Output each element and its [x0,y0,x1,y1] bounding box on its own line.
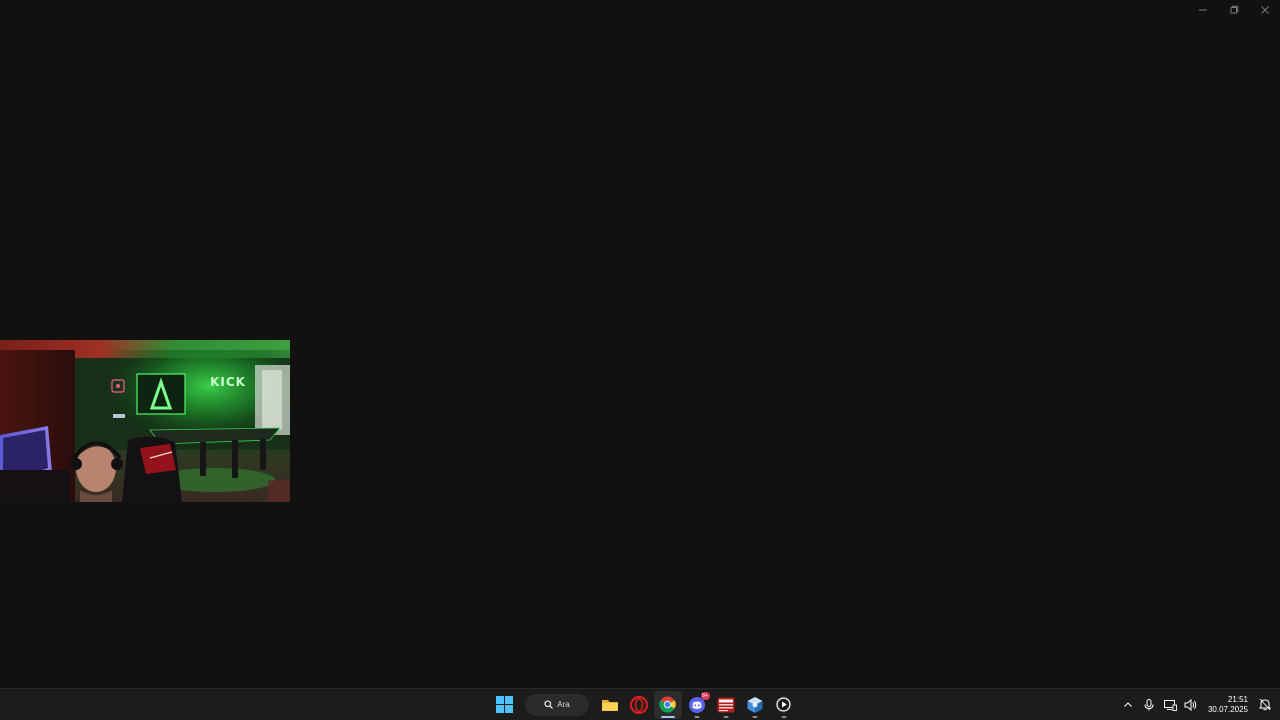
microphone-button[interactable] [1139,692,1160,718]
restore-button[interactable] [1218,0,1249,20]
minimize-button[interactable] [1187,0,1218,20]
close-button[interactable] [1249,0,1280,20]
play-icon [775,696,792,713]
system-tray: 21:51 30.07.2025 [1118,689,1280,720]
webcam-overlay: KICK [0,340,290,502]
network-icon [1163,699,1177,711]
folder-icon [601,699,618,711]
taskbar-cube-app[interactable] [741,691,769,719]
running-indicator [694,715,699,718]
opera-icon [629,695,648,714]
taskbar-red-app[interactable] [712,691,740,719]
taskbar-chrome[interactable] [653,690,682,719]
volume-button[interactable] [1181,692,1202,718]
notification-icon [1258,698,1271,711]
taskbar-clock[interactable]: 21:51 30.07.2025 [1202,695,1254,715]
taskbar-discord[interactable]: 9+ [683,691,711,719]
red-app-icon [717,697,734,712]
cube-app-icon [747,696,762,713]
discord-badge: 9+ [700,691,710,700]
taskbar-opera[interactable] [625,691,653,719]
volume-icon [1184,698,1197,711]
running-indicator [781,715,786,718]
search-label: Ara [557,700,570,709]
network-button[interactable] [1160,692,1181,718]
notification-button[interactable] [1254,692,1275,718]
minimize-icon [1198,9,1207,11]
windows-start-icon [496,696,513,713]
taskbar-file-explorer[interactable] [596,691,624,719]
taskbar-media-player[interactable] [770,691,798,719]
taskbar-search[interactable]: Ara [525,693,589,716]
show-hidden-icons-button[interactable] [1118,692,1139,718]
chrome-icon [659,696,676,713]
running-indicator [723,715,728,718]
clock-date: 30.07.2025 [1207,704,1248,714]
chevron-up-icon [1124,701,1133,707]
webcam-scene: KICK [0,340,290,502]
start-button[interactable] [491,691,519,719]
restore-icon [1230,5,1238,14]
search-icon [544,700,554,709]
taskbar: Ara 9+ 21:51 30.07.2025 [0,688,1280,720]
microphone-icon [1144,698,1154,710]
running-indicator [752,715,757,718]
clock-time: 21:51 [1227,694,1248,704]
window-controls [1187,0,1280,20]
close-icon [1260,6,1269,14]
taskbar-apps: Ara 9+ [490,689,798,720]
active-indicator [660,715,675,718]
desktop-background: KICK [0,0,1280,688]
neon-sign-text: KICK [210,375,246,389]
